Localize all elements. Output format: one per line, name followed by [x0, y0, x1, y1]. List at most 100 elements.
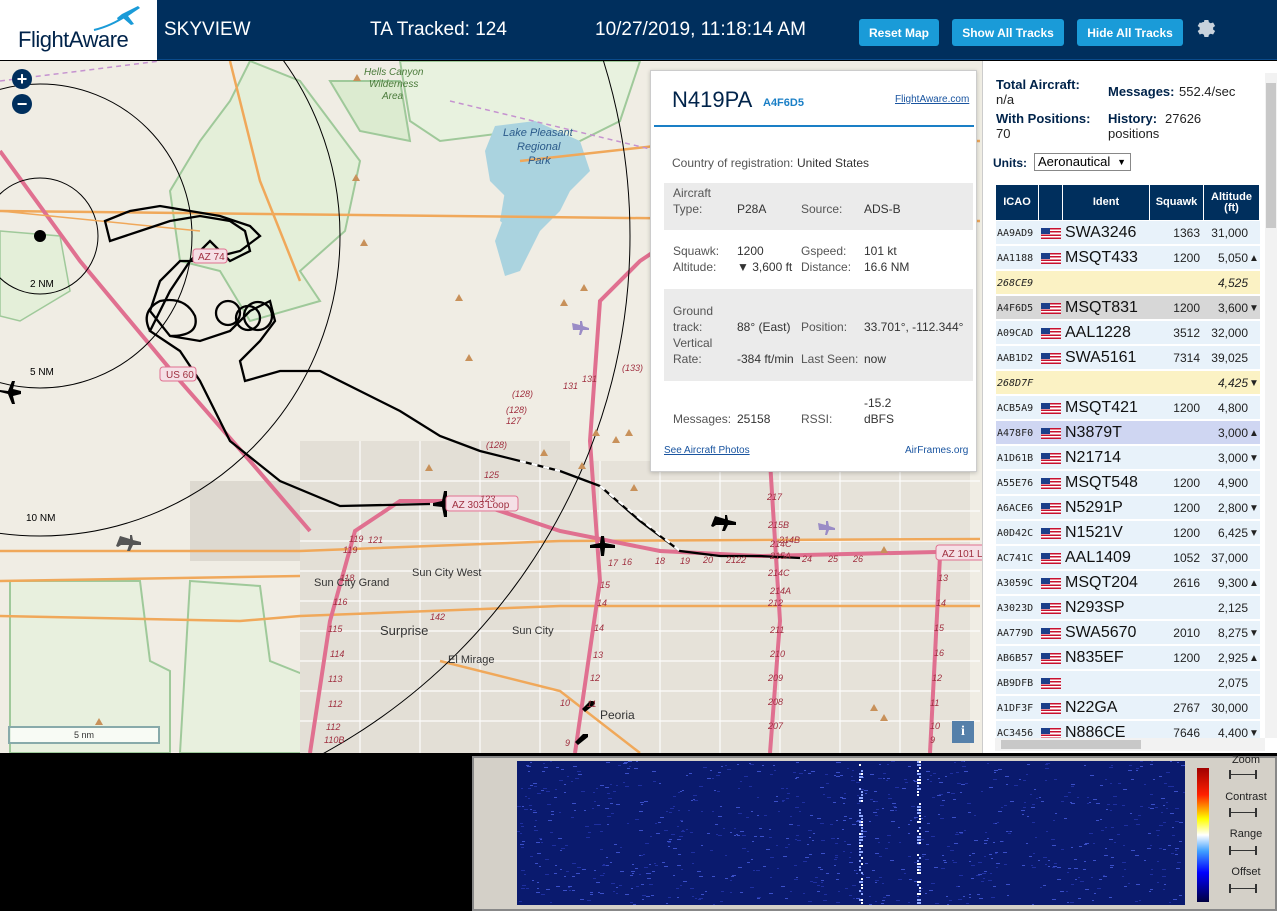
us-flag-icon	[1041, 552, 1061, 564]
svg-text:15: 15	[934, 623, 945, 633]
table-row[interactable]: AA9AD9 SWA3246 1363 31,000	[996, 221, 1260, 245]
altitude-trend-icon: ▲	[1249, 252, 1259, 264]
table-row[interactable]: A6ACE6 N5291P 1200 2,800 ▼	[996, 496, 1260, 520]
aircraft-type-label: Aircraft	[673, 186, 712, 200]
reset-map-button[interactable]: Reset Map	[859, 19, 939, 46]
cell-ident	[1063, 671, 1150, 695]
altitude-trend-icon: ▲	[1249, 427, 1259, 439]
table-row[interactable]: AA1188 MSQT433 1200 5,050 ▲	[996, 246, 1260, 270]
us-flag-icon	[1041, 402, 1061, 414]
svg-text:21: 21	[725, 555, 736, 565]
svg-text:112: 112	[328, 699, 342, 709]
col-header-altitude[interactable]: Altitude (ft)	[1204, 185, 1260, 220]
contrast-slider[interactable]	[1229, 808, 1257, 817]
table-row[interactable]: A4F6D5 MSQT831 1200 3,600 ▼	[996, 296, 1260, 320]
zoom-out-button[interactable]: −	[12, 94, 32, 114]
offset-slider[interactable]	[1229, 884, 1257, 893]
svg-text:208: 208	[767, 697, 783, 707]
us-flag-icon	[1041, 477, 1061, 489]
info-icon[interactable]: i	[952, 721, 974, 743]
us-flag-icon	[1041, 452, 1061, 464]
table-row[interactable]: A55E76 MSQT548 1200 4,900	[996, 471, 1260, 495]
cell-icao: A3059C	[997, 577, 1034, 589]
flightaware-logo[interactable]: FlightAware	[0, 0, 157, 60]
svg-text:142: 142	[430, 612, 445, 622]
svg-text:114: 114	[330, 649, 344, 659]
cell-ident: N22GA	[1065, 699, 1118, 716]
svg-text:9: 9	[930, 735, 935, 745]
cell-altitude: 2,075	[1204, 671, 1260, 695]
table-row[interactable]: AA779D SWA5670 2010 8,275 ▼	[996, 621, 1260, 645]
us-flag-icon	[1041, 577, 1061, 589]
svg-text:9: 9	[565, 738, 570, 748]
cell-ident: MSQT548	[1065, 474, 1138, 491]
aircraft-photos-link[interactable]: See Aircraft Photos	[664, 445, 750, 456]
altitude-value: 9,300	[1217, 576, 1248, 590]
cell-icao: AC741C	[997, 552, 1034, 564]
col-header-flag[interactable]	[1039, 185, 1063, 220]
table-row[interactable]: 268D7F 4,425 ▼	[996, 371, 1260, 395]
col-header-ident[interactable]: Ident	[1063, 185, 1150, 220]
table-row[interactable]: AB6B57 N835EF 1200 2,925 ▲	[996, 646, 1260, 670]
table-row[interactable]: AB9DFB 2,075	[996, 671, 1260, 695]
scrollbar-thumb[interactable]	[1001, 740, 1141, 749]
zoom-in-button[interactable]: +	[12, 69, 32, 89]
popup-hex-code[interactable]: A4F6D5	[763, 97, 804, 109]
altitude-trend-icon: ▼	[1249, 527, 1259, 539]
cell-ident: N5291P	[1065, 499, 1123, 516]
airframes-link[interactable]: AirFrames.org	[905, 445, 968, 456]
altitude-value: 3,600	[1217, 301, 1248, 315]
altitude-value: 6,425	[1217, 526, 1248, 540]
flightaware-link[interactable]: FlightAware.com	[895, 94, 969, 105]
cell-squawk: 1200	[1173, 301, 1200, 315]
us-flag-icon	[1041, 427, 1061, 439]
map-label: Lake Pleasant	[503, 127, 574, 139]
table-horizontal-scrollbar[interactable]	[995, 738, 1265, 751]
svg-text:16: 16	[934, 648, 944, 658]
cell-altitude: 5,050 ▲	[1204, 246, 1260, 270]
cell-flag	[1039, 396, 1063, 420]
cell-icao: AA779D	[997, 627, 1034, 639]
table-row[interactable]: ACB5A9 MSQT421 1200 4,800	[996, 396, 1260, 420]
cell-squawk: 1200	[1173, 501, 1200, 515]
waterfall-image	[517, 761, 1185, 905]
altitude-trend-icon: ▼	[1249, 727, 1259, 739]
sidebar-vertical-scrollbar[interactable]	[1265, 73, 1277, 738]
col-header-squawk[interactable]: Squawk	[1150, 185, 1204, 220]
cell-ident: N21714	[1065, 449, 1122, 466]
table-row[interactable]: AC3456 N886CE 7646 4,400 ▼	[996, 721, 1260, 738]
settings-gear-icon[interactable]	[1194, 17, 1218, 41]
cell-squawk: 7314	[1173, 351, 1200, 365]
show-all-tracks-button[interactable]: Show All Tracks	[952, 19, 1064, 46]
col-header-altitude-line1: Altitude	[1211, 190, 1252, 203]
table-row[interactable]: A3059C MSQT204 2616 9,300 ▲	[996, 571, 1260, 595]
zoom-slider[interactable]	[1229, 770, 1257, 779]
total-aircraft-value: n/a	[996, 92, 1015, 107]
table-row[interactable]: A09CAD AAL1228 3512 32,000	[996, 321, 1260, 345]
vertical-rate-label-2: Rate:	[673, 352, 702, 366]
hide-all-tracks-button[interactable]: Hide All Tracks	[1077, 19, 1183, 46]
cell-flag	[1039, 471, 1063, 495]
table-row[interactable]: AAB1D2 SWA5161 7314 39,025	[996, 346, 1260, 370]
svg-text:14: 14	[594, 623, 604, 633]
table-row[interactable]: 268CE9 4,525	[996, 271, 1260, 295]
table-row[interactable]: A1D61B N21714 3,000 ▼	[996, 446, 1260, 470]
table-row[interactable]: AC741C AAL1409 1052 37,000	[996, 546, 1260, 570]
table-row[interactable]: A0D42C N1521V 1200 6,425 ▼	[996, 521, 1260, 545]
scrollbar-thumb[interactable]	[1266, 83, 1276, 228]
cell-altitude: 39,025	[1204, 346, 1260, 370]
svg-text:25: 25	[827, 554, 839, 564]
svg-text:11: 11	[587, 699, 596, 709]
table-row[interactable]: A1DF3F N22GA 2767 30,000	[996, 696, 1260, 720]
waterfall-spectrogram[interactable]	[517, 761, 1185, 905]
altitude-label: Altitude:	[673, 260, 717, 274]
units-select[interactable]: Aeronautical ▼	[1034, 153, 1131, 171]
table-row[interactable]: A3023D N293SP 2,125	[996, 596, 1260, 620]
table-row[interactable]: A478F0 N3879T 3,000 ▲	[996, 421, 1260, 445]
range-slider[interactable]	[1229, 846, 1257, 855]
svg-text:121: 121	[368, 535, 383, 545]
altitude-trend-icon: ▼	[1249, 627, 1259, 639]
svg-text:26: 26	[852, 554, 863, 564]
svg-text:112: 112	[326, 722, 340, 732]
col-header-icao[interactable]: ICAO	[996, 185, 1039, 220]
